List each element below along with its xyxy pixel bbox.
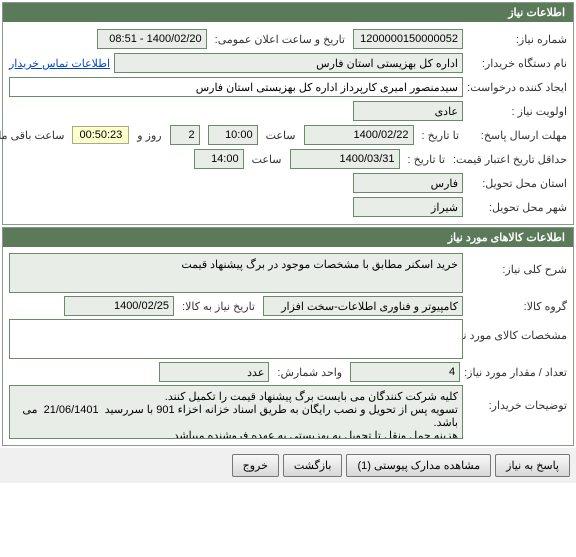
reply-deadline-label: مهلت ارسال پاسخ:: [467, 129, 567, 142]
requester-label: ایجاد کننده درخواست:: [467, 81, 567, 94]
time-label-2: ساعت: [248, 153, 286, 166]
need-no-field[interactable]: [353, 29, 463, 49]
reply-time-field[interactable]: [208, 125, 258, 145]
exit-button[interactable]: خروج: [232, 454, 279, 477]
group-label: گروه کالا:: [467, 300, 567, 313]
unit-field[interactable]: [159, 362, 269, 382]
specs-textarea[interactable]: [9, 319, 463, 359]
remaining-label: ساعت باقی مانده: [0, 129, 68, 142]
public-notice-field[interactable]: [97, 29, 207, 49]
province-label: استان محل تحویل:: [467, 177, 567, 190]
reply-date-field[interactable]: [304, 125, 414, 145]
need-until-label: تاریخ نیاز به کالا:: [178, 300, 259, 313]
buyer-org-field[interactable]: [114, 53, 463, 73]
view-attachments-button[interactable]: مشاهده مدارک پیوستی (1): [346, 454, 491, 477]
public-notice-label: تاریخ و ساعت اعلان عمومی:: [211, 33, 349, 46]
qty-label: تعداد / مقدار مورد نیاز:: [464, 366, 567, 379]
days-label: روز و: [133, 129, 165, 142]
goods-info-header: اطلاعات کالاهای مورد نیاز: [3, 228, 573, 247]
need-no-label: شماره نیاز:: [467, 33, 567, 46]
back-button[interactable]: بازگشت: [283, 454, 343, 477]
need-info-header: اطلاعات نیاز: [3, 3, 573, 22]
desc-textarea[interactable]: [9, 253, 463, 293]
qty-field[interactable]: [350, 362, 460, 382]
unit-label: واحد شمارش:: [273, 366, 346, 379]
requester-field[interactable]: [9, 77, 463, 97]
time-label-1: ساعت: [262, 129, 300, 142]
need-until-field[interactable]: [64, 296, 174, 316]
city-field[interactable]: [353, 197, 463, 217]
min-credit-label: حداقل تاریخ اعتبار قیمت:: [453, 153, 567, 166]
countdown-timer: 00:50:23: [72, 126, 129, 144]
button-bar: پاسخ به نیاز مشاهده مدارک پیوستی (1) باز…: [0, 448, 576, 483]
notes-label: توضیحات خریدار:: [467, 385, 567, 412]
province-field[interactable]: [353, 173, 463, 193]
goods-info-body: شرح کلی نیاز: گروه کالا: تاریخ نیاز به ک…: [3, 247, 573, 445]
reply-button[interactable]: پاسخ به نیاز: [495, 454, 570, 477]
min-credit-time-field[interactable]: [194, 149, 244, 169]
days-field[interactable]: [170, 125, 200, 145]
priority-label: اولویت نیاز :: [467, 105, 567, 118]
priority-field[interactable]: [353, 101, 463, 121]
need-info-section: اطلاعات نیاز شماره نیاز: تاریخ و ساعت اع…: [2, 2, 574, 225]
min-credit-date-field[interactable]: [290, 149, 400, 169]
specs-label: مشخصات کالای مورد نیاز:: [467, 319, 567, 342]
city-label: شهر محل تحویل:: [467, 201, 567, 214]
until-date-label: تا تاریخ :: [418, 129, 463, 142]
goods-info-section: اطلاعات کالاهای مورد نیاز شرح کلی نیاز: …: [2, 227, 574, 446]
buyer-contact-link[interactable]: اطلاعات تماس خریدار: [9, 57, 110, 70]
need-info-body: شماره نیاز: تاریخ و ساعت اعلان عمومی: نا…: [3, 22, 573, 224]
notes-textarea[interactable]: [9, 385, 463, 439]
desc-label: شرح کلی نیاز:: [467, 253, 567, 276]
group-field[interactable]: [263, 296, 463, 316]
min-credit-until-label: تا تاریخ :: [404, 153, 449, 166]
buyer-org-label: نام دستگاه خریدار:: [467, 57, 567, 70]
